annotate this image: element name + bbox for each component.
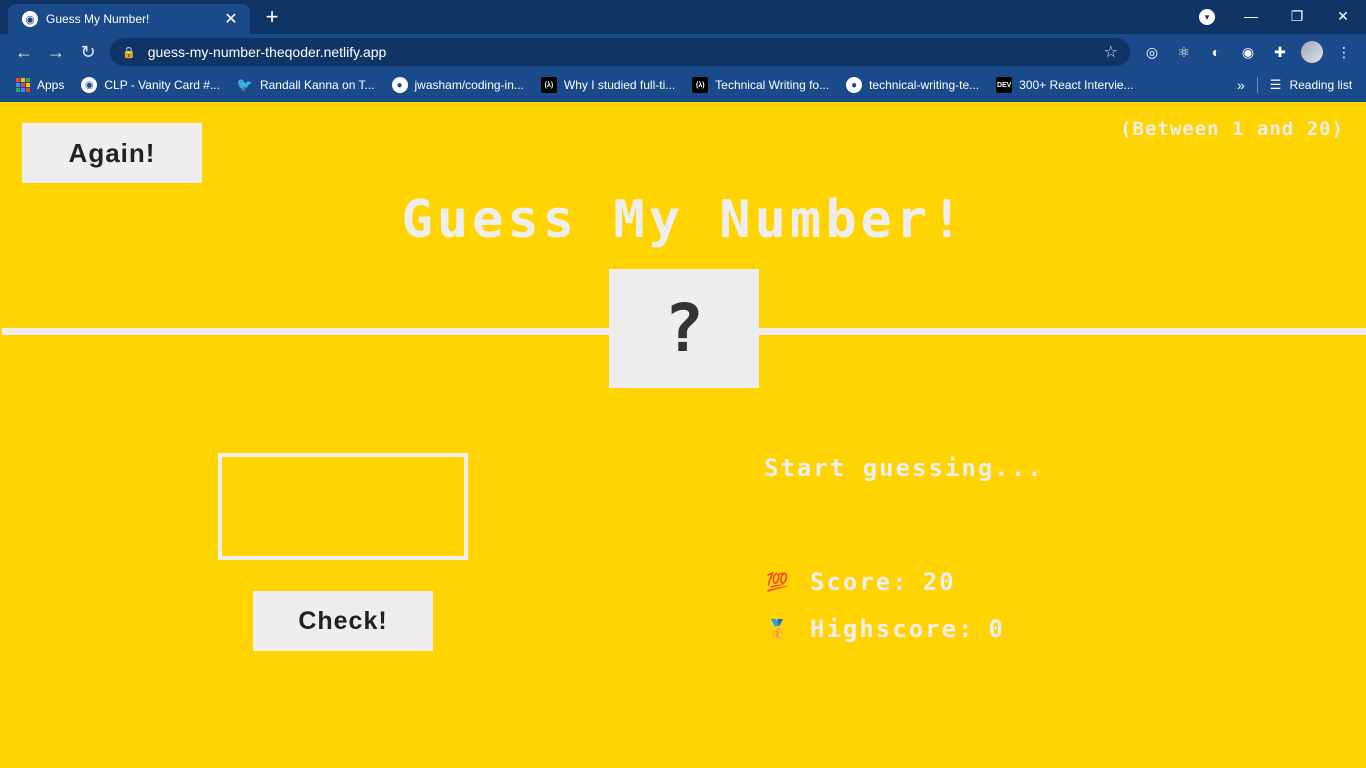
bookmark-label: technical-writing-te... — [869, 78, 980, 92]
url-text: guess-my-number-theqoder.netlify.app — [147, 44, 387, 60]
bookmarks-right: » ☰ Reading list — [1237, 70, 1352, 100]
close-window-button[interactable]: ✕ — [1320, 0, 1366, 32]
more-bookmarks-icon[interactable]: » — [1237, 77, 1245, 93]
bookmark-item[interactable]: ● technical-writing-te... — [846, 77, 979, 93]
check-button[interactable]: Check! — [253, 591, 433, 651]
score-row: 💯 Score: 20 — [766, 568, 956, 596]
new-tab-button[interactable]: + — [260, 5, 284, 29]
bookmark-label: Technical Writing fo... — [715, 78, 830, 92]
bookmark-star-icon[interactable]: ☆ — [1104, 42, 1118, 62]
page-title: Guess My Number! — [401, 190, 967, 250]
bookmark-item[interactable]: DEV 300+ React Intervie... — [996, 77, 1134, 93]
bookmark-label: CLP - Vanity Card #... — [104, 78, 220, 92]
reading-list-icon[interactable]: ☰ — [1270, 77, 1282, 93]
reading-list-label[interactable]: Reading list — [1289, 78, 1352, 92]
bookmark-divider — [1256, 77, 1258, 93]
github-icon: ● — [846, 77, 863, 93]
profile-avatar[interactable] — [1301, 41, 1323, 63]
browser-tab[interactable]: ◉ Guess My Number! ✕ — [8, 4, 250, 34]
menu-dots-icon[interactable]: ⋮ — [1334, 42, 1354, 62]
bookmark-label: jwasham/coding-in... — [414, 78, 524, 92]
browser-chrome: ◉ Guess My Number! ✕ + ▾ — ❐ ✕ ← → ↻ 🔒 g… — [0, 0, 1366, 102]
puzzle-extensions-icon[interactable]: ✚ — [1270, 42, 1290, 62]
bookmark-label: Randall Kanna on T... — [259, 78, 375, 92]
close-tab-icon[interactable]: ✕ — [222, 9, 240, 29]
bookmark-label: 300+ React Intervie... — [1019, 78, 1134, 92]
bookmark-apps[interactable]: Apps — [16, 78, 64, 92]
react-devtools-icon[interactable]: ⚛ — [1174, 42, 1194, 62]
globe-icon: ◉ — [22, 11, 38, 27]
freecodecamp-icon: (λ) — [540, 77, 557, 93]
score-label: Score: — [810, 568, 909, 596]
address-bar[interactable]: 🔒 guess-my-number-theqoder.netlify.app ☆ — [110, 38, 1130, 66]
apps-grid-icon — [16, 78, 30, 92]
tab-search-icon[interactable]: ▾ — [1199, 9, 1215, 25]
range-hint: (Between 1 and 20) — [1120, 118, 1344, 140]
highscore-row: 🥇 Highscore: 0 — [766, 615, 1005, 643]
score-value: 20 — [922, 568, 956, 596]
dev-icon: DEV — [996, 77, 1013, 93]
github-icon: ● — [391, 77, 408, 93]
globe-icon: ◉ — [81, 77, 98, 93]
minimize-button[interactable]: — — [1228, 0, 1274, 32]
highscore-label: Highscore: — [810, 615, 975, 643]
bookmark-label: Why I studied full-ti... — [563, 78, 676, 92]
extension-target-icon[interactable]: ◎ — [1142, 42, 1162, 62]
bookmarks-bar: Apps ◉ CLP - Vanity Card #... 🐦 Randall … — [0, 70, 1366, 100]
again-button[interactable]: Again! — [22, 123, 202, 183]
forward-arrow-icon[interactable]: → — [44, 40, 68, 64]
eye-extension-icon[interactable]: ◉ — [1238, 42, 1258, 62]
bookmark-label: Apps — [37, 78, 65, 92]
bookmark-item[interactable]: (λ) Technical Writing fo... — [692, 77, 829, 93]
back-arrow-icon[interactable]: ← — [12, 40, 36, 64]
bookmark-item[interactable]: ● jwasham/coding-in... — [391, 77, 524, 93]
status-message: Start guessing... — [764, 454, 1044, 482]
browser-toolbar: ← → ↻ 🔒 guess-my-number-theqoder.netlify… — [0, 34, 1366, 70]
hundred-points-icon: 💯 — [766, 571, 791, 593]
medal-icon: 🥇 — [766, 618, 791, 640]
game-page: Again! (Between 1 and 20) Guess My Numbe… — [2, 102, 1366, 768]
lock-icon: 🔒 — [122, 46, 136, 59]
extension-circle-icon[interactable]: ◐ — [1206, 42, 1226, 62]
reload-icon[interactable]: ↻ — [76, 40, 100, 64]
guess-input[interactable] — [218, 453, 468, 560]
bookmark-item[interactable]: ◉ CLP - Vanity Card #... — [81, 77, 220, 93]
restore-button[interactable]: ❐ — [1274, 0, 1320, 32]
tab-title: Guess My Number! — [46, 12, 150, 26]
bookmark-item[interactable]: (λ) Why I studied full-ti... — [540, 77, 676, 93]
bookmark-item[interactable]: 🐦 Randall Kanna on T... — [237, 77, 375, 93]
twitter-icon: 🐦 — [236, 77, 254, 92]
freecodecamp-icon: (λ) — [692, 77, 709, 93]
tab-strip: ◉ Guess My Number! ✕ + ▾ — ❐ ✕ — [0, 0, 1366, 34]
secret-number-box: ? — [609, 269, 759, 388]
highscore-value: 0 — [988, 615, 1005, 643]
